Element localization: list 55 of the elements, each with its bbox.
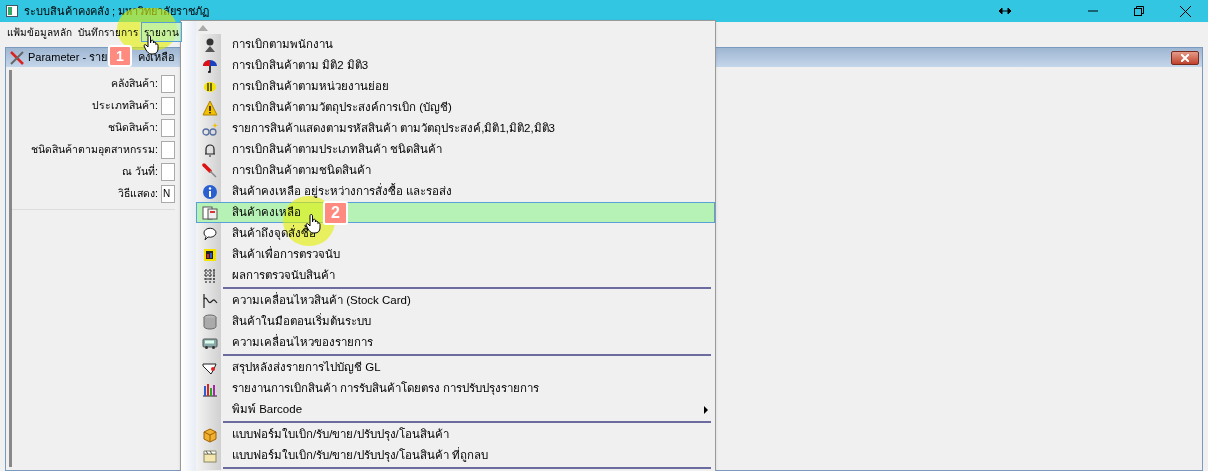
menu-option[interactable]: พิมพ์ Barcode (196, 399, 715, 420)
close-button[interactable] (1171, 50, 1199, 65)
input-field[interactable] (161, 97, 175, 115)
field-label: ชนิดสินค้า: (108, 120, 158, 136)
menu-option[interactable]: ความเคลื่อนไหวสินค้า (Stock Card) (196, 290, 715, 311)
child-window-title: คงเหลือ (138, 50, 175, 66)
menu-option[interactable]: ผลการตรวจนับสินค้า (196, 265, 715, 286)
grid-icon (201, 267, 218, 284)
menu-item[interactable]: รายงาน (141, 22, 182, 42)
database-icon (201, 313, 218, 330)
step-badge: 1 (108, 45, 132, 67)
document-icon (201, 204, 218, 221)
menu-item[interactable]: แฟ้มข้อมูลหลัก (4, 22, 75, 42)
input-field[interactable] (161, 75, 175, 93)
clapperboard-icon (201, 447, 218, 464)
child-window-title: Parameter - ราย (28, 50, 108, 66)
scroll-up-icon[interactable] (198, 24, 208, 31)
menu-option[interactable]: การเบิกสินค้าตามหน่วยงานย่อย (196, 76, 715, 97)
info-icon (201, 183, 218, 200)
warning-icon (201, 99, 218, 116)
menu-option[interactable]: การเบิกตามพนักงาน (196, 34, 715, 55)
menu-option[interactable]: สินค้าเพื่อการตรวจนับ (196, 244, 715, 265)
submenu-arrow-icon (704, 405, 708, 414)
menu-option[interactable]: สินค้าในมือตอนเริ่มต้นระบบ (196, 311, 715, 332)
menu-option[interactable]: สรุปหลังส่งรายการไปบัญชี GL (196, 357, 715, 378)
umbrella-icon (201, 57, 218, 74)
screwdriver-icon (201, 162, 218, 179)
package-icon (201, 426, 218, 443)
speech-bubble-icon (201, 225, 218, 242)
menu-option[interactable]: แบบฟอร์มใบเบิก/รับ/ขาย/ปรับปรุง/โอนสินค้า (196, 424, 715, 445)
field-label: ประเภทสินค้า: (92, 98, 158, 114)
close-icon (1179, 5, 1191, 17)
step-badge: 2 (323, 201, 348, 225)
input-field[interactable] (161, 141, 175, 159)
menu-option[interactable]: การเบิกสินค้าตาม มิติ2 มิติ3 (196, 55, 715, 76)
menu-option[interactable]: รายการสินค้าแสดงตามรหัสสินค้า ตามวัตถุประสงค์,มิติ1,มิติ2,มิติ3 (196, 118, 715, 139)
line-chart-icon (201, 292, 218, 309)
menu-option[interactable]: การเบิกสินค้าตามวัตถุประสงค์การเบิก (บัญชี) (196, 97, 715, 118)
field-label: ณ วันที่: (122, 164, 158, 180)
app-icon (6, 5, 18, 17)
close-icon (1181, 53, 1189, 62)
input-field[interactable] (161, 163, 175, 181)
input-field[interactable]: N (161, 185, 175, 203)
menu-option[interactable]: แบบฟอร์มใบเบิก/รับ/ขาย/ปรับปรุง/โอนสินค้า ที่ถูกลบ (196, 445, 715, 466)
menu-option[interactable]: การเบิกสินค้าตามชนิดสินค้า (196, 160, 715, 181)
input-field[interactable] (161, 119, 175, 137)
menu-option[interactable]: รายงานการเบิกสินค้า การรับสินค้าโดยตรง การปรับปรุงรายการ (196, 378, 715, 399)
tools-icon (10, 50, 24, 65)
menu-option[interactable]: การเบิกสินค้าตามประเภทสินค้า ชนิดสินค้า (196, 139, 715, 160)
menu-option[interactable]: ความเคลื่อนไหวของรายการ (196, 332, 715, 353)
field-label: คลังสินค้า: (111, 76, 158, 92)
field-label: วิธีแสดง: (118, 186, 158, 202)
field-label: ชนิดสินค้าตามอุตสาหกรรม: (31, 142, 158, 158)
restore-icon (1134, 6, 1144, 16)
menu-option[interactable]: สินค้าคงเหลือ อยู่ระหว่างการสั่งซื้อ และรอส่ง (196, 181, 715, 202)
